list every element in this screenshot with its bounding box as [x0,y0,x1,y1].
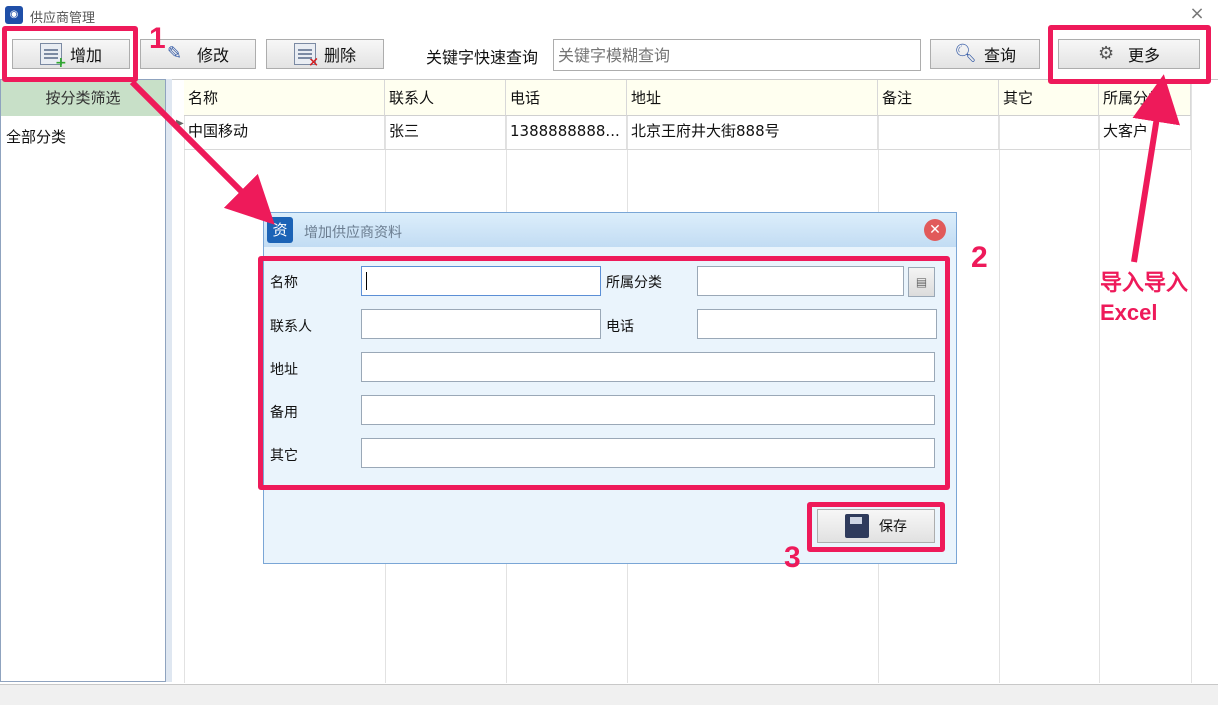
import-note-line1: 导入导入 [1100,270,1189,295]
import-excel-note: 导入导入 Excel [1100,268,1188,328]
arrow-to-dialog [129,79,275,225]
annotation-arrows [129,74,1180,263]
arrow-to-more [1131,74,1180,263]
import-note-line2: Excel [1100,300,1158,325]
